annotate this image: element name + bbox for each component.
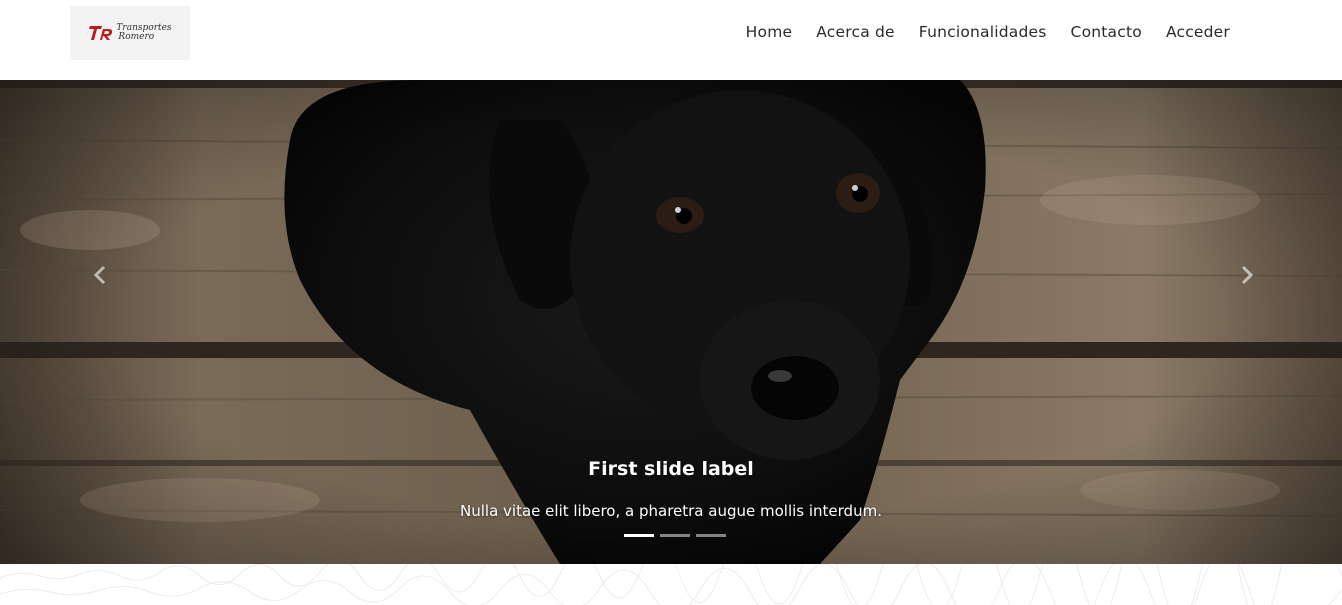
chevron-left-icon (93, 265, 106, 285)
wave-divider (0, 564, 1342, 605)
brand-text: Transportes Romero (116, 24, 171, 42)
carousel-indicator-2[interactable] (660, 534, 690, 537)
nav-item-about[interactable]: Acerca de (804, 22, 907, 42)
carousel-indicator-3[interactable] (696, 534, 726, 537)
nav-item-login[interactable]: Acceder (1154, 22, 1242, 42)
carousel-indicators (624, 534, 726, 537)
nav-item-contact[interactable]: Contacto (1059, 22, 1154, 42)
carousel-prev-button[interactable] (80, 260, 120, 290)
hero-carousel: First slide label Nulla vitae elit liber… (0, 80, 1342, 564)
brand-logo[interactable]: Transportes Romero (70, 6, 190, 60)
brand-line2: Romero (118, 32, 155, 42)
chevron-right-icon (1241, 265, 1254, 285)
slide-caption-title: First slide label (588, 458, 754, 480)
main-nav: Home Acerca de Funcionalidades Contacto … (734, 22, 1242, 42)
slide-caption-text: Nulla vitae elit libero, a pharetra augu… (460, 502, 882, 520)
slide-image (0, 80, 1342, 564)
nav-item-features[interactable]: Funcionalidades (907, 22, 1059, 42)
brand-mark-icon (89, 26, 113, 40)
navbar: Transportes Romero Home Acerca de Funcio… (0, 0, 1342, 80)
nav-item-home[interactable]: Home (734, 22, 805, 42)
carousel-next-button[interactable] (1227, 260, 1267, 290)
carousel-indicator-1[interactable] (624, 534, 654, 537)
